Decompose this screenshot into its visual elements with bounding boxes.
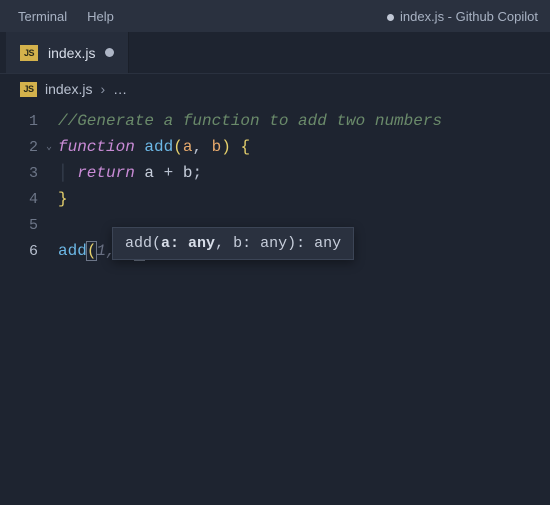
- ghost-text: 1: [96, 242, 106, 260]
- breadcrumb[interactable]: JS index.js › …: [0, 74, 550, 104]
- line-number: 5: [0, 217, 58, 234]
- code-line[interactable]: 4 }: [0, 186, 550, 212]
- token-function-call: add: [58, 242, 87, 260]
- token-param: a: [183, 138, 193, 156]
- line-number: 1: [0, 113, 58, 130]
- code-line[interactable]: 3 │ return a + b;: [0, 160, 550, 186]
- token-brace: }: [58, 190, 68, 208]
- tab-index-js[interactable]: JS index.js: [6, 32, 129, 73]
- line-number: 2⌄: [0, 139, 58, 156]
- token-function-name: add: [144, 138, 173, 156]
- tab-label: index.js: [48, 45, 95, 61]
- breadcrumb-file: index.js: [45, 81, 92, 97]
- fold-chevron-icon[interactable]: ⌄: [46, 141, 52, 153]
- unsaved-dot-icon: [105, 48, 114, 57]
- signature-tooltip: add(a: any, b: any): any: [112, 227, 354, 260]
- tab-bar: JS index.js: [0, 32, 550, 74]
- token-keyword: function: [58, 138, 135, 156]
- titlebar: Terminal Help index.js - Github Copilot: [0, 0, 550, 32]
- js-file-icon: JS: [20, 82, 37, 97]
- line-number: 6: [0, 243, 58, 260]
- js-file-icon: JS: [20, 45, 38, 61]
- breadcrumb-more: …: [113, 81, 127, 97]
- menu-bar: Terminal Help: [8, 5, 124, 28]
- menu-terminal[interactable]: Terminal: [8, 5, 77, 28]
- line-number: 4: [0, 191, 58, 208]
- line-number: 3: [0, 165, 58, 182]
- code-line[interactable]: 2⌄ function add(a, b) {: [0, 134, 550, 160]
- code-line[interactable]: 1 //Generate a function to add two numbe…: [0, 108, 550, 134]
- token-param: b: [212, 138, 222, 156]
- menu-help[interactable]: Help: [77, 5, 124, 28]
- token-comment: //Generate a function to add two numbers: [58, 112, 442, 130]
- code-editor[interactable]: 1 //Generate a function to add two numbe…: [0, 104, 550, 264]
- chevron-right-icon: ›: [100, 81, 105, 97]
- window-title-text: index.js - Github Copilot: [400, 9, 538, 24]
- token-keyword: return: [77, 164, 135, 182]
- modified-dot-icon: [387, 14, 394, 21]
- window-title: index.js - Github Copilot: [124, 9, 542, 24]
